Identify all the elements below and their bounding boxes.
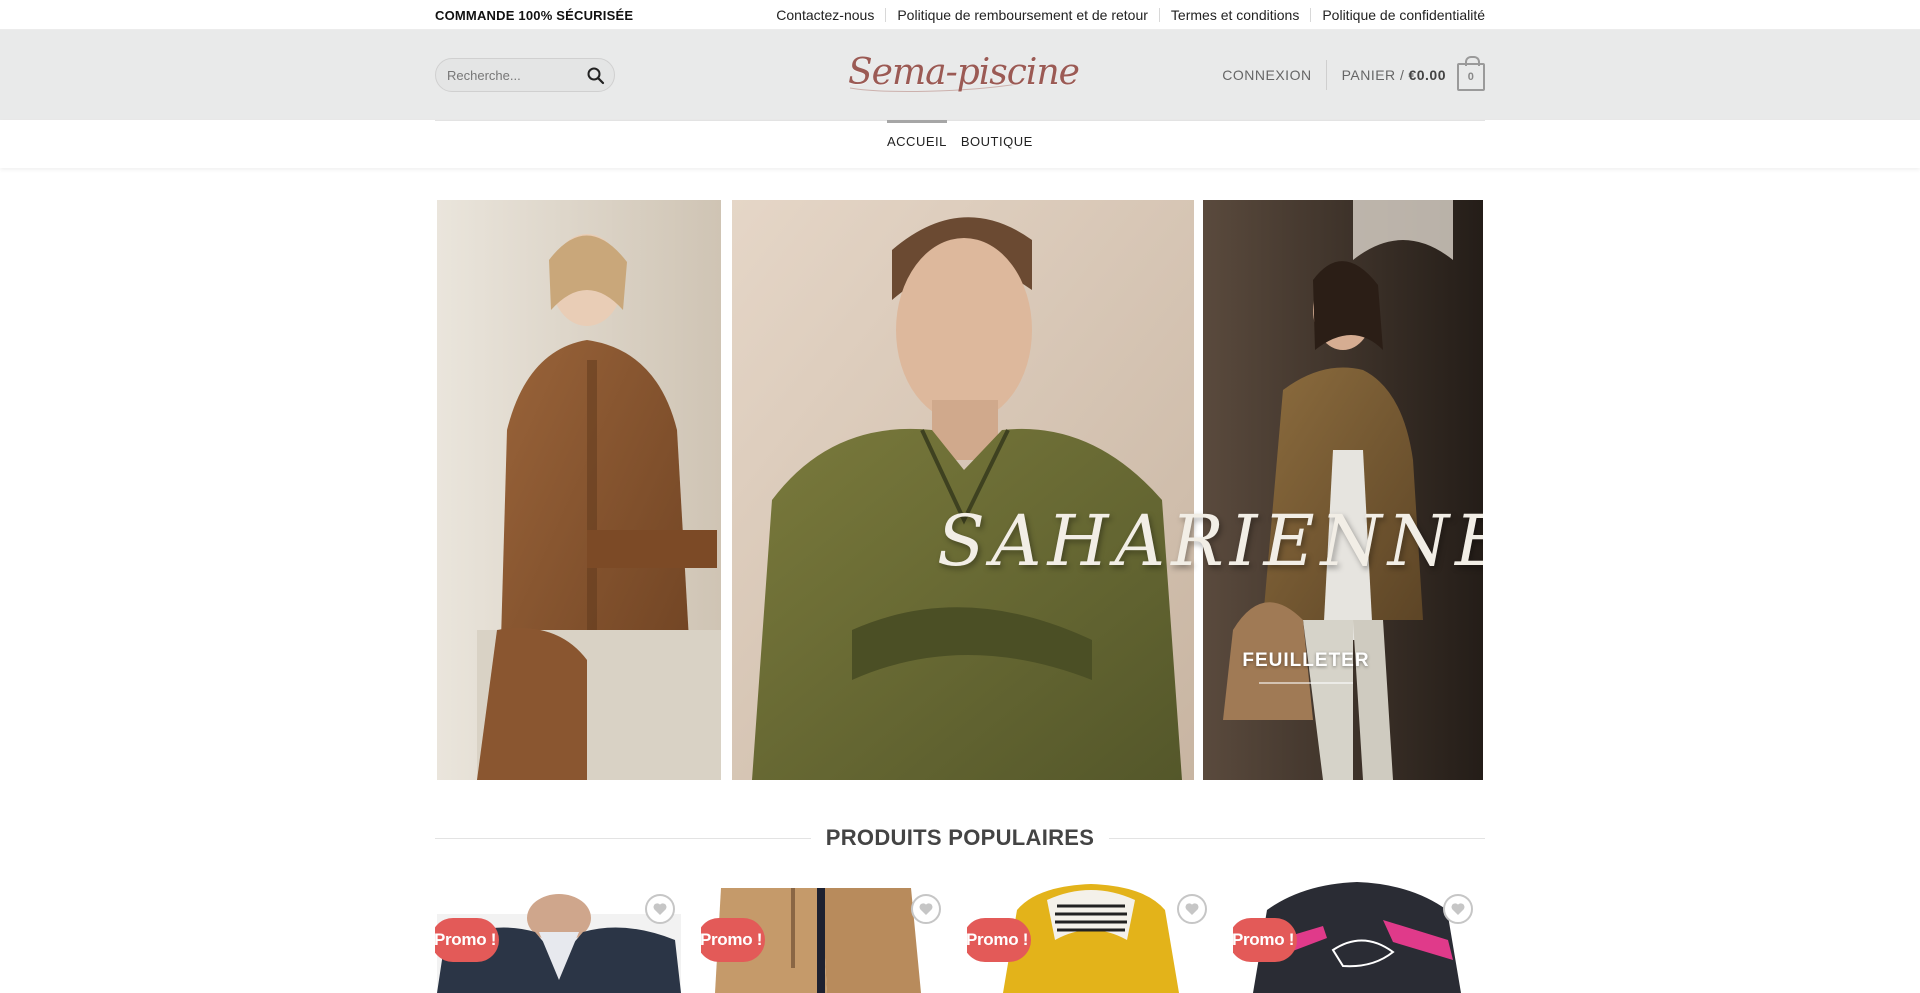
heart-icon[interactable] xyxy=(1443,894,1473,924)
top-bar-links: Contactez-nous Politique de remboursemen… xyxy=(765,8,1485,22)
login-link[interactable]: CONNEXION xyxy=(1222,60,1327,90)
cart-count: 0 xyxy=(1467,71,1475,83)
hero-photo-woman-left-art xyxy=(437,200,721,780)
heart-icon[interactable] xyxy=(911,894,941,924)
promo-badge: Promo ! xyxy=(967,918,1031,962)
contact-link[interactable]: Contactez-nous xyxy=(765,8,885,22)
logo-text: Sema-piscine xyxy=(848,52,1080,93)
cart-bag-icon[interactable]: 0 xyxy=(1457,56,1485,91)
popular-products-header: PRODUITS POPULAIRES xyxy=(435,823,1486,853)
search-input[interactable] xyxy=(436,67,576,83)
nav-items: ACCUEIL BOUTIQUE xyxy=(887,120,1047,168)
hero-banner[interactable]: SAHARIENNE FEUILLETER xyxy=(437,200,1483,780)
hero-photo-man-center xyxy=(732,200,1194,780)
product-card[interactable]: Promo ! xyxy=(701,880,949,993)
site-logo[interactable]: Sema-piscine xyxy=(846,48,1080,104)
hero-photo-woman-left xyxy=(437,200,721,780)
promo-badge: Promo ! xyxy=(435,918,499,962)
secure-order-text: COMMANDE 100% SÉCURISÉE xyxy=(435,7,634,23)
section-title: PRODUITS POPULAIRES xyxy=(825,825,1095,850)
heart-icon[interactable] xyxy=(1177,894,1207,924)
hero-title: SAHARIENNE xyxy=(937,500,1483,582)
cart-label: PANIER / xyxy=(1341,67,1405,83)
search-icon[interactable] xyxy=(586,66,606,86)
site-header: Sema-piscine CONNEXION PANIER / €0.00 0 xyxy=(0,30,1920,120)
cart-amount: €0.00 xyxy=(1408,67,1446,83)
browse-button[interactable]: FEUILLETER xyxy=(1241,650,1371,684)
header-account-area: CONNEXION PANIER / €0.00 0 xyxy=(1222,56,1485,92)
nav-item-accueil[interactable]: ACCUEIL xyxy=(887,120,947,168)
cart-link[interactable]: PANIER / €0.00 0 xyxy=(1327,56,1485,91)
section-divider-right xyxy=(1109,837,1486,839)
terms-link[interactable]: Termes et conditions xyxy=(1158,8,1310,22)
refund-policy-link[interactable]: Politique de remboursement et de retour xyxy=(885,8,1159,22)
product-card[interactable]: Promo ! xyxy=(435,880,683,993)
nav-item-boutique[interactable]: BOUTIQUE xyxy=(961,120,1033,168)
privacy-policy-link[interactable]: Politique de confidentialité xyxy=(1310,8,1485,22)
hero-photo-woman-right xyxy=(1203,200,1483,780)
hero-photo-man-center-art xyxy=(732,200,1194,780)
main-nav: ACCUEIL BOUTIQUE xyxy=(0,120,1920,168)
top-bar-inner: COMMANDE 100% SÉCURISÉE Contactez-nous P… xyxy=(435,0,1485,30)
section-divider-left xyxy=(435,837,811,839)
search-box xyxy=(435,58,615,92)
heart-icon[interactable] xyxy=(645,894,675,924)
top-bar: COMMANDE 100% SÉCURISÉE Contactez-nous P… xyxy=(0,0,1920,30)
product-card[interactable]: Promo ! xyxy=(967,880,1215,993)
product-card[interactable]: Promo ! xyxy=(1233,880,1481,993)
promo-badge: Promo ! xyxy=(1233,918,1297,962)
hero-photo-woman-right-art xyxy=(1203,200,1483,780)
promo-badge: Promo ! xyxy=(701,918,765,962)
